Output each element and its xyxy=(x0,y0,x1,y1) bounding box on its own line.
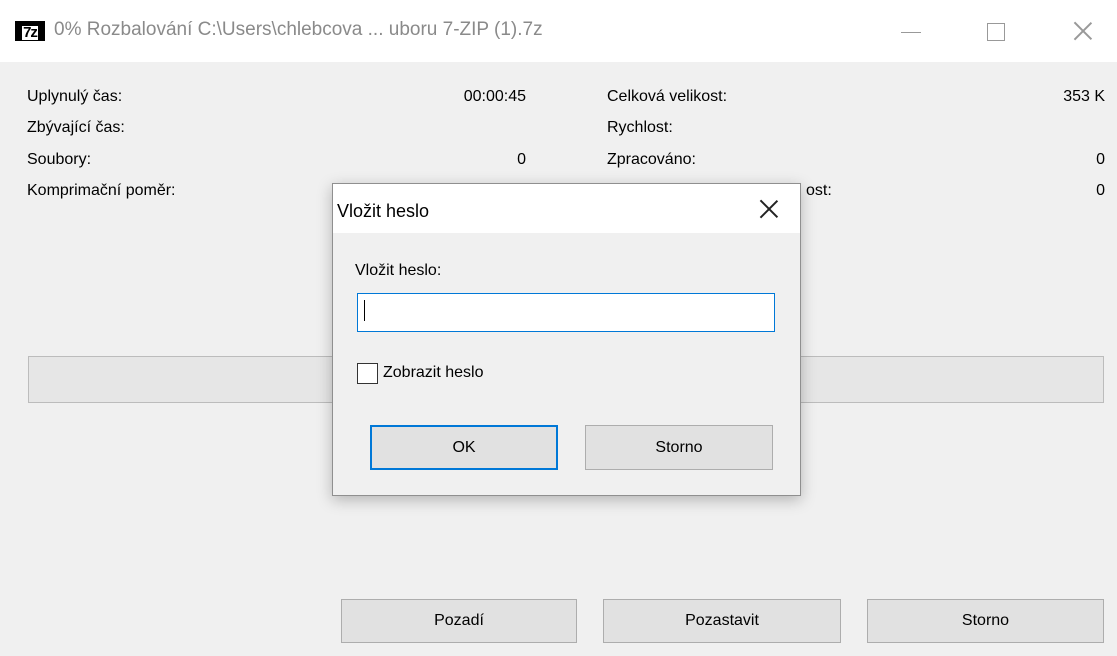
compressed-size-value: 0 xyxy=(1096,182,1105,199)
background-button[interactable]: Pozadí xyxy=(341,599,577,643)
password-dialog: Vložit heslo Vložit heslo: Zobrazit hesl… xyxy=(332,183,801,496)
ok-button[interactable]: OK xyxy=(370,425,558,470)
app-icon-text: 7z xyxy=(22,24,38,41)
dialog-titlebar: Vložit heslo xyxy=(333,184,800,233)
elapsed-time-value: 00:00:45 xyxy=(463,88,526,105)
window-titlebar: 7z 0% Rozbalování C:\Users\chlebcova ...… xyxy=(0,0,1117,62)
close-window-button[interactable] xyxy=(1068,16,1098,46)
processed-value: 0 xyxy=(1096,151,1105,168)
minimize-button[interactable] xyxy=(896,16,926,46)
cancel-extraction-button[interactable]: Storno xyxy=(867,599,1104,643)
compressed-size-label-tail: ost: xyxy=(806,182,832,199)
total-size-label: Celková velikost: xyxy=(607,88,728,105)
files-label: Soubory: xyxy=(27,151,92,168)
dialog-close-icon[interactable] xyxy=(757,197,781,221)
pause-button[interactable]: Pozastavit xyxy=(603,599,841,643)
dialog-cancel-button[interactable]: Storno xyxy=(585,425,773,470)
7z-app-icon[interactable]: 7z xyxy=(15,21,45,41)
password-input[interactable] xyxy=(357,293,775,332)
dialog-title: Vložit heslo xyxy=(337,201,430,221)
total-size-value: 353 K xyxy=(1063,88,1105,105)
compression-ratio-label: Komprimační poměr: xyxy=(27,182,176,199)
text-caret xyxy=(364,300,365,321)
window-title: 0% Rozbalování C:\Users\chlebcova ... ub… xyxy=(54,19,543,40)
speed-label: Rychlost: xyxy=(607,119,673,136)
elapsed-time-label: Uplynulý čas: xyxy=(27,88,123,105)
maximize-button[interactable] xyxy=(981,16,1011,46)
password-prompt-label: Vložit heslo: xyxy=(355,262,442,279)
processed-label: Zpracováno: xyxy=(607,151,696,168)
show-password-checkbox[interactable] xyxy=(357,363,378,384)
show-password-label[interactable]: Zobrazit heslo xyxy=(383,364,484,382)
close-icon xyxy=(1073,21,1093,41)
remaining-time-label: Zbývající čas: xyxy=(27,119,125,136)
files-value: 0 xyxy=(517,151,526,168)
